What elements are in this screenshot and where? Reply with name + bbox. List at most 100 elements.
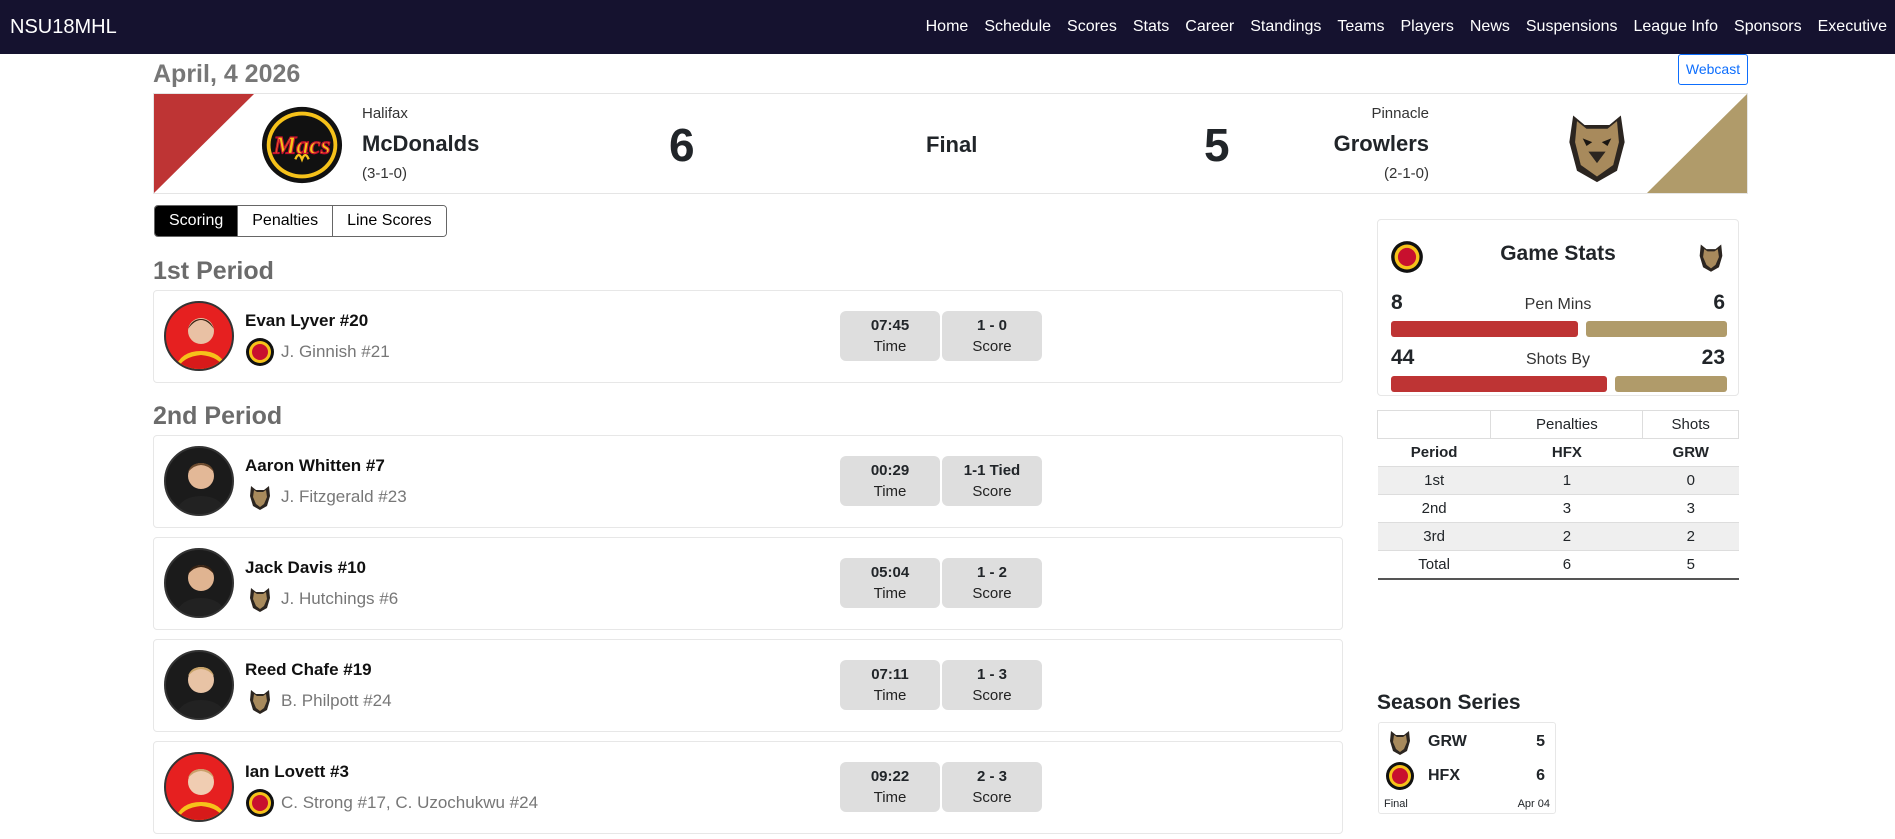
score-pill: 1 - 0 Score xyxy=(942,311,1042,361)
nav-sponsors[interactable]: Sponsors xyxy=(1726,0,1810,54)
goal-assists[interactable]: J. Ginnish #21 xyxy=(281,342,390,362)
macs-mini-icon xyxy=(246,338,274,366)
assist-row: C. Strong #17, C. Uzochukwu #24 xyxy=(245,788,538,818)
goal-time: 07:45 xyxy=(870,317,910,334)
goal-time: 00:29 xyxy=(870,462,910,479)
goal-scorer[interactable]: Aaron Whitten #7 xyxy=(245,456,385,476)
game-status: Final xyxy=(926,132,978,157)
goal-score: 1 - 0 xyxy=(976,317,1007,334)
tab-scoring[interactable]: Scoring xyxy=(155,206,239,236)
col-header-period: Period xyxy=(1410,444,1458,461)
nav-players[interactable]: Players xyxy=(1393,0,1462,54)
group-header-penalties[interactable]: Penalties xyxy=(1490,410,1644,439)
goal-scorer[interactable]: Evan Lyver #20 xyxy=(245,311,368,331)
time-label: Time xyxy=(873,687,907,704)
macs-mini-icon xyxy=(1386,762,1414,790)
table-row-total: Total 6 5 xyxy=(1377,550,1739,580)
goal-time: 07:11 xyxy=(871,666,909,683)
goal-assists[interactable]: B. Philpott #24 xyxy=(281,691,392,711)
goal-scorer[interactable]: Reed Chafe #19 xyxy=(245,660,372,680)
time-pill: 07:45 Time xyxy=(840,311,940,361)
goal-row: Evan Lyver #20 J. Ginnish #21 07:45 Time… xyxy=(153,290,1343,383)
time-label: Time xyxy=(873,789,907,806)
cell-hfx: 2 xyxy=(1490,522,1643,551)
season-series-title: Season Series xyxy=(1377,691,1521,714)
nav-suspensions[interactable]: Suspensions xyxy=(1518,0,1626,54)
cell-period: 2nd xyxy=(1377,494,1491,523)
nav-teams[interactable]: Teams xyxy=(1329,0,1392,54)
tab-line-scores[interactable]: Line Scores xyxy=(333,206,446,236)
goal-scorer[interactable]: Ian Lovett #3 xyxy=(245,762,349,782)
assist-row: J. Fitzgerald #23 xyxy=(245,482,407,512)
goal-time: 05:04 xyxy=(870,564,910,581)
nav-career[interactable]: Career xyxy=(1177,0,1242,54)
cell-period: 1st xyxy=(1377,466,1491,495)
pen-mins-label: Pen Mins xyxy=(1524,296,1592,313)
goal-assists[interactable]: C. Strong #17, C. Uzochukwu #24 xyxy=(281,793,538,813)
away-color-triangle xyxy=(1647,94,1747,193)
player-avatar[interactable] xyxy=(164,548,234,618)
series-team-row: HFX 6 xyxy=(1379,761,1555,791)
cell-period: 3rd xyxy=(1377,522,1491,551)
away-team-name[interactable]: Growlers xyxy=(1334,131,1429,157)
goal-assists[interactable]: J. Hutchings #6 xyxy=(281,589,398,609)
cell-grw: 2 xyxy=(1642,522,1739,551)
tab-penalties[interactable]: Penalties xyxy=(238,206,334,236)
assist-row: B. Philpott #24 xyxy=(245,686,392,716)
goal-row: Reed Chafe #19 B. Philpott #24 07:11 Tim… xyxy=(153,639,1343,732)
score-label: Score xyxy=(972,483,1012,500)
home-score: 6 xyxy=(669,119,695,171)
nav-home[interactable]: Home xyxy=(918,0,977,54)
nav-stats[interactable]: Stats xyxy=(1125,0,1177,54)
goal-score: 2 - 3 xyxy=(976,768,1007,785)
cell-grw: 3 xyxy=(1642,494,1739,523)
time-label: Time xyxy=(873,585,907,602)
goal-assists[interactable]: J. Fitzgerald #23 xyxy=(281,487,407,507)
player-avatar[interactable] xyxy=(164,752,234,822)
nav-links: Home Schedule Scores Stats Career Standi… xyxy=(918,0,1895,54)
nav-executive[interactable]: Executive xyxy=(1810,0,1895,54)
time-label: Time xyxy=(873,483,907,500)
goal-scorer[interactable]: Jack Davis #10 xyxy=(245,558,366,578)
nav-standings[interactable]: Standings xyxy=(1242,0,1329,54)
time-pill: 00:29 Time xyxy=(840,456,940,506)
score-pill: 1-1 Tied Score xyxy=(942,456,1042,506)
group-header-blank xyxy=(1376,410,1492,439)
time-label: Time xyxy=(873,338,907,355)
home-logo-wordmark: Macs xyxy=(272,131,330,160)
time-pill: 05:04 Time xyxy=(840,558,940,608)
nav-schedule[interactable]: Schedule xyxy=(976,0,1059,54)
time-pill: 09:22 Time xyxy=(840,762,940,812)
nav-news[interactable]: News xyxy=(1462,0,1518,54)
away-team-record: (2-1-0) xyxy=(1383,165,1429,182)
table-row: 3rd 2 2 xyxy=(1377,522,1739,551)
home-team-logo[interactable]: Macs xyxy=(259,104,345,186)
brand-link[interactable]: NSU18MHL xyxy=(10,0,117,54)
line-scores-table: Penalties Shots Period HFX GRW 1st 1 0 2… xyxy=(1376,410,1739,580)
pen-mins-home-bar xyxy=(1391,321,1578,337)
goal-row: Ian Lovett #3 C. Strong #17, C. Uzochukw… xyxy=(153,741,1343,834)
player-avatar[interactable] xyxy=(164,650,234,720)
series-team-row: GRW 5 xyxy=(1379,727,1555,757)
series-team-abbr: GRW xyxy=(1428,733,1467,750)
goal-row: Jack Davis #10 J. Hutchings #6 05:04 Tim… xyxy=(153,537,1343,630)
cell-hfx: 1 xyxy=(1490,466,1643,495)
nav-league-info[interactable]: League Info xyxy=(1626,0,1727,54)
cell-hfx: 6 xyxy=(1490,550,1643,580)
season-series-card[interactable]: GRW 5 HFX 6 Final Apr 04 xyxy=(1378,722,1556,814)
game-date: April, 4 2026 xyxy=(153,60,301,88)
player-avatar[interactable] xyxy=(164,301,234,371)
away-team-logo[interactable] xyxy=(1554,104,1640,186)
home-team-name[interactable]: McDonalds xyxy=(362,131,479,157)
table-row: 1st 1 0 xyxy=(1377,466,1739,495)
player-avatar[interactable] xyxy=(164,446,234,516)
period-title-2nd: 2nd Period xyxy=(153,402,283,430)
nav-scores[interactable]: Scores xyxy=(1059,0,1125,54)
score-label: Score xyxy=(972,789,1012,806)
score-pill: 1 - 3 Score xyxy=(942,660,1042,710)
webcast-button[interactable]: Webcast xyxy=(1678,54,1748,85)
group-header-shots[interactable]: Shots xyxy=(1642,410,1739,439)
shots-away-bar xyxy=(1615,376,1727,392)
scoreboard: Macs Halifax McDonalds (3-1-0) 6 Final 5… xyxy=(153,93,1748,194)
series-team-score: 5 xyxy=(1536,733,1545,750)
